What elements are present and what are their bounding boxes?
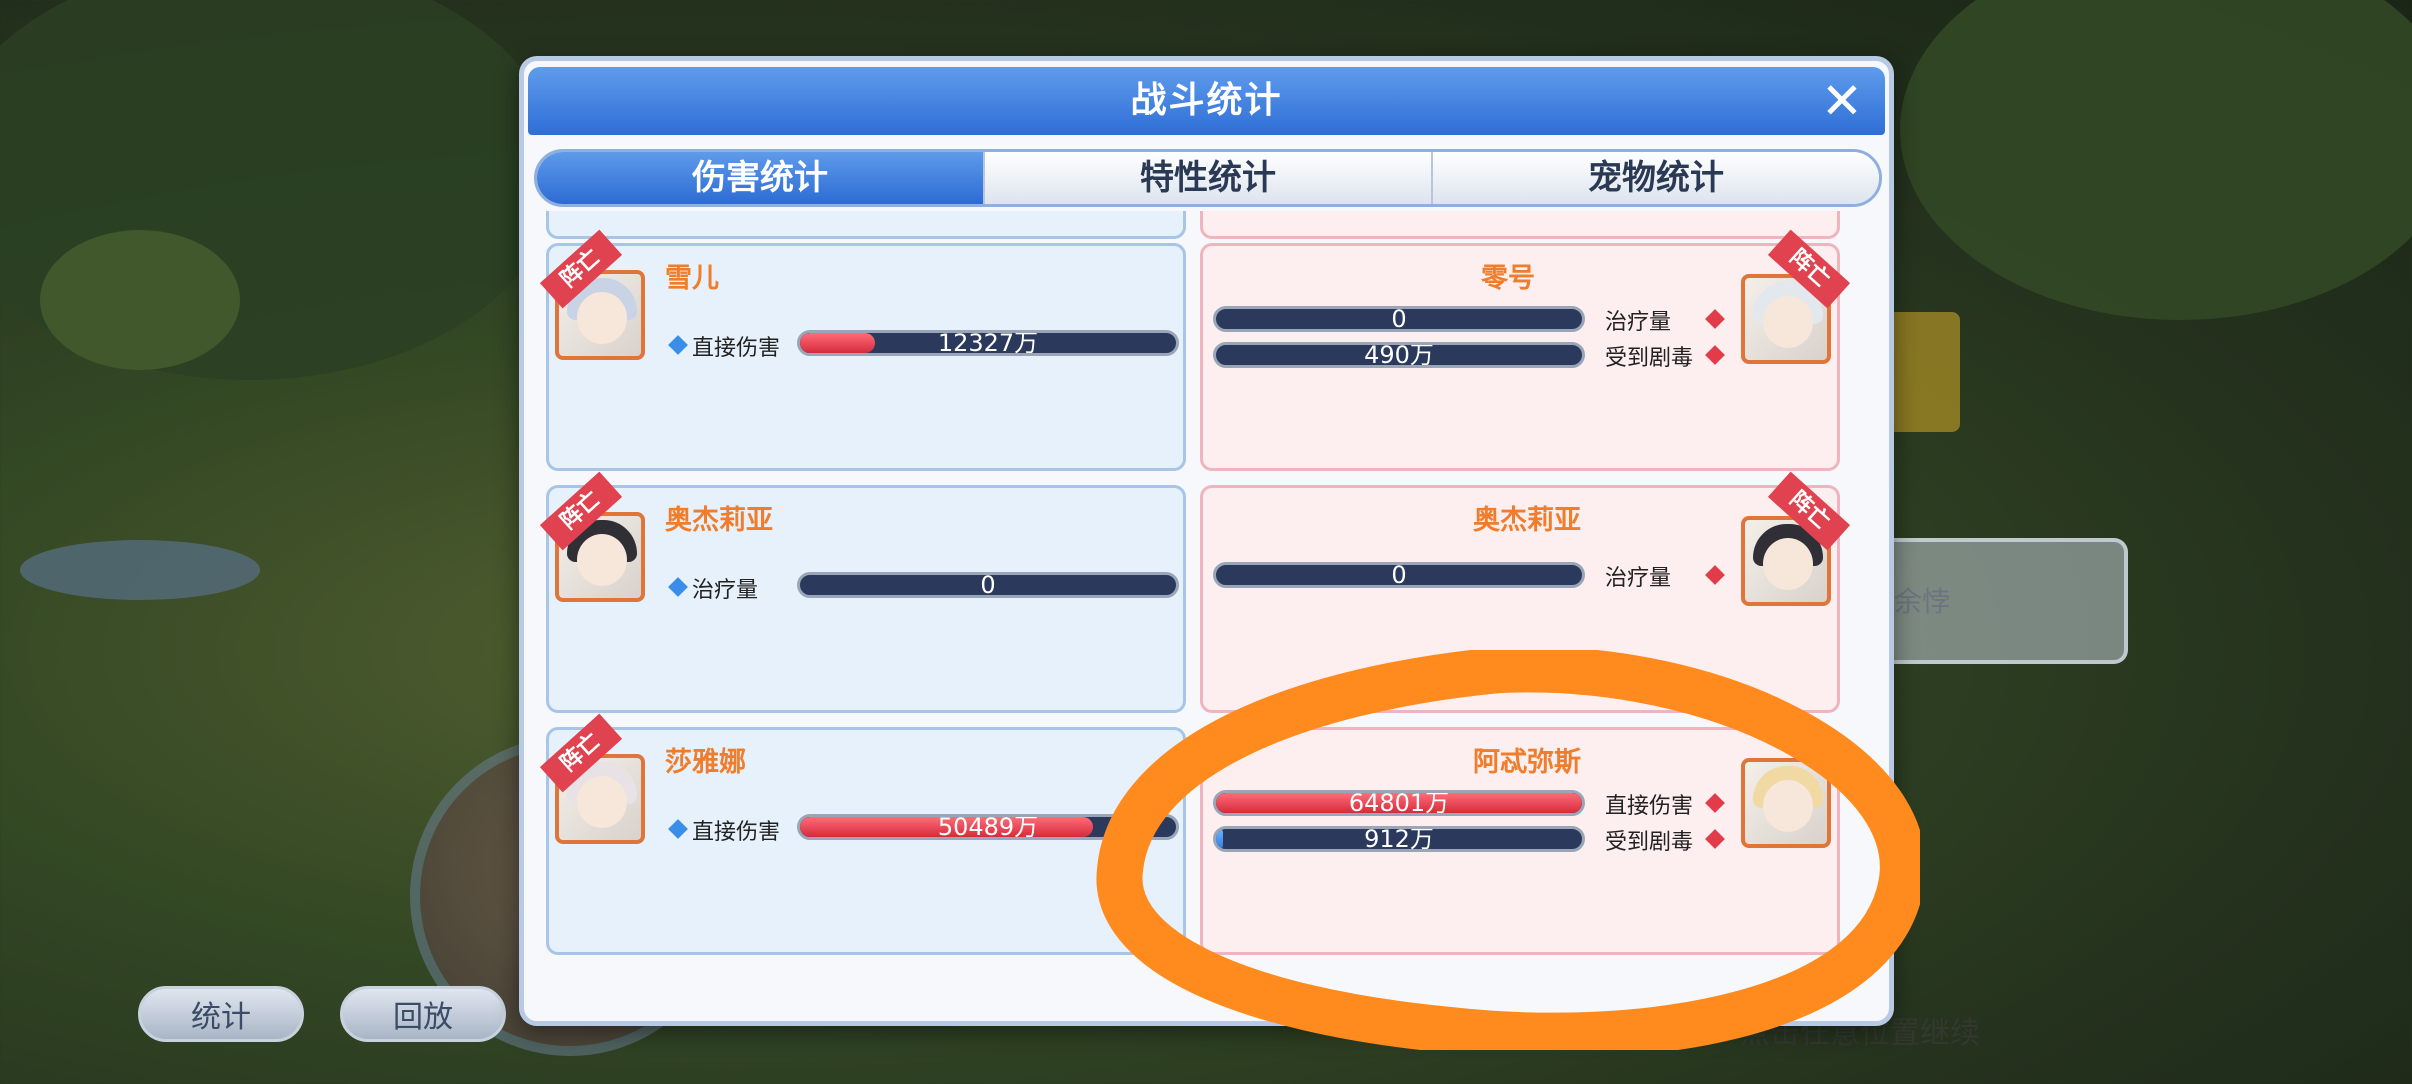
stat-value: 490万	[1364, 342, 1434, 368]
stat-label: 治疗量	[692, 578, 759, 603]
stat-diamond-icon	[668, 577, 688, 597]
modal-header: 战斗统计 ✕	[528, 67, 1885, 135]
stat-label: 治疗量	[1605, 566, 1672, 591]
stat-value: 12327万	[937, 330, 1039, 356]
stats-button[interactable]: 统计	[138, 986, 304, 1042]
stat-value: 0	[1391, 306, 1407, 332]
stat-diamond-icon	[668, 335, 688, 355]
background-side-panel: 余悖	[1880, 538, 2128, 664]
hero-name: 零号	[1481, 263, 1535, 294]
stat-diamond-icon	[1705, 309, 1725, 329]
hero-name: 奥杰莉亚	[665, 505, 773, 536]
stat-value: 0	[1391, 562, 1407, 588]
stat-label: 直接伤害	[692, 336, 781, 361]
stat-bar: 12327万	[797, 330, 1179, 356]
avatar-face	[1763, 296, 1813, 348]
stat-diamond-icon	[1705, 345, 1725, 365]
close-icon[interactable]: ✕	[1817, 76, 1867, 127]
stat-label: 治疗量	[1605, 310, 1672, 335]
hero-name: 奥杰莉亚	[1473, 505, 1581, 536]
stat-bar: 0	[1213, 306, 1585, 332]
enemy-card: 阵亡 零号 0 治疗量 490万 受到剧毒	[1200, 229, 1851, 471]
stat-bar: 0	[797, 572, 1179, 598]
hero-name: 莎雅娜	[665, 747, 746, 778]
partial-card-left	[546, 211, 1186, 239]
avatar-face	[1763, 538, 1813, 590]
avatar-face	[577, 776, 627, 828]
stat-diamond-icon	[668, 819, 688, 839]
stat-bar: 490万	[1213, 342, 1585, 368]
stat-label: 受到剧毒	[1605, 346, 1694, 371]
modal-title: 战斗统计	[1130, 80, 1283, 121]
stat-label: 直接伤害	[692, 820, 781, 845]
hero-name: 雪儿	[665, 263, 719, 294]
tab-pet-stats[interactable]: 宠物统计	[1433, 152, 1879, 204]
tab-damage-stats[interactable]: 伤害统计	[537, 152, 985, 204]
tab-trait-stats[interactable]: 特性统计	[985, 152, 1433, 204]
side-panel-text: 余悖	[1894, 585, 1951, 618]
stat-value: 0	[980, 572, 996, 598]
stat-diamond-icon	[1705, 565, 1725, 585]
replay-button[interactable]: 回放	[340, 986, 506, 1042]
ally-card: 阵亡 雪儿 直接伤害 12327万	[539, 229, 1186, 471]
stat-bar: 0	[1213, 562, 1585, 588]
annotation-circle	[1096, 650, 1920, 1050]
partial-card-right	[1200, 211, 1840, 239]
avatar-face	[577, 534, 627, 586]
avatar-face	[577, 292, 627, 344]
tab-bar: 伤害统计 特性统计 宠物统计	[534, 149, 1882, 207]
